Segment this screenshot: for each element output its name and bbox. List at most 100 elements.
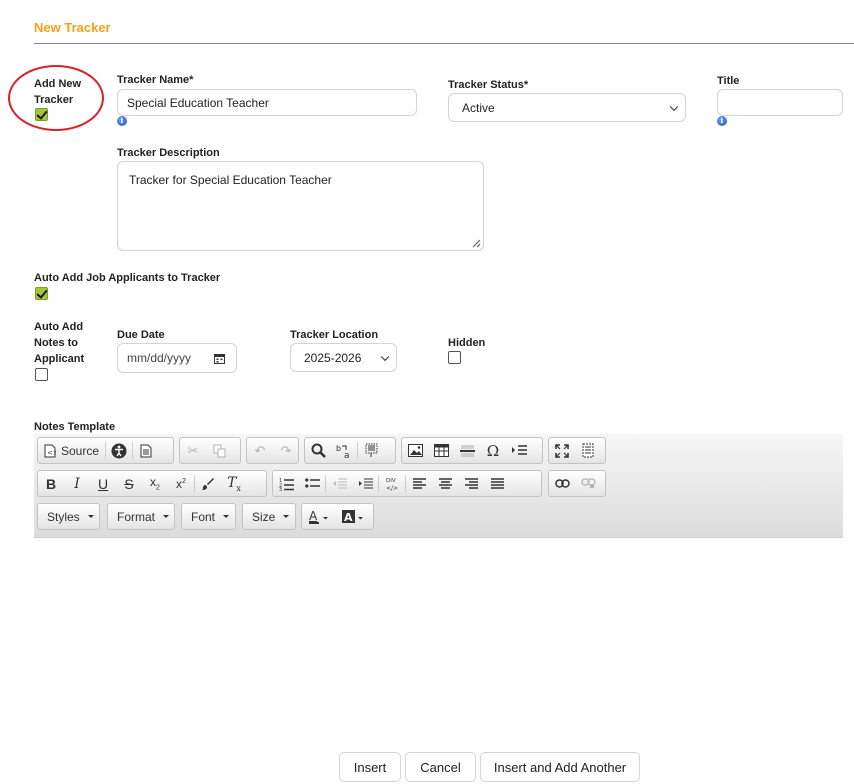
tracker-location-label: Tracker Location xyxy=(290,329,379,341)
bold-button[interactable]: B xyxy=(38,471,64,496)
auto-add-notes-checkbox[interactable] xyxy=(35,368,48,381)
accessibility-button[interactable] xyxy=(106,438,132,463)
image-button[interactable] xyxy=(402,438,428,463)
cancel-button[interactable]: Cancel xyxy=(405,752,476,782)
page-break-icon xyxy=(511,445,527,455)
special-character-button[interactable]: Ω xyxy=(480,438,506,463)
tracker-location-select[interactable]: 2025-2026 xyxy=(290,343,397,372)
numbered-list-button[interactable]: 123 xyxy=(273,471,299,496)
div-icon: DIV</> xyxy=(386,478,398,491)
underline-icon: U xyxy=(97,475,109,492)
page-title: New Tracker xyxy=(34,20,111,35)
chevron-down-icon xyxy=(283,515,290,518)
toolbar-group-paragraph: 123 DIV </> xyxy=(272,470,542,497)
resize-handle-icon[interactable] xyxy=(472,239,481,248)
insert-and-add-another-button[interactable]: Insert and Add Another xyxy=(480,752,640,782)
calendar-icon[interactable] xyxy=(214,353,225,364)
text-color-button[interactable]: A xyxy=(302,504,336,529)
due-date-input[interactable]: mm/dd/yyyy xyxy=(117,343,237,373)
tracker-name-input[interactable]: Special Education Teacher xyxy=(117,89,417,116)
redo-button[interactable]: ↷ xyxy=(273,438,299,463)
strikethrough-button[interactable]: S xyxy=(116,471,142,496)
underline-button[interactable]: U xyxy=(90,471,116,496)
image-icon xyxy=(407,444,423,457)
undo-icon: ↶ xyxy=(254,442,266,458)
page-break-button[interactable] xyxy=(506,438,532,463)
source-button[interactable]: <> Source xyxy=(38,438,105,463)
align-right-icon xyxy=(464,477,478,489)
redo-icon: ↷ xyxy=(280,442,292,458)
styles-combo[interactable]: Styles xyxy=(37,503,100,530)
auto-add-applicants-label: Auto Add Job Applicants to Tracker xyxy=(34,272,221,284)
maximize-icon xyxy=(555,443,569,458)
add-new-tracker-checkbox[interactable] xyxy=(35,108,48,121)
justify-icon xyxy=(490,477,504,489)
styles-combo-label: Styles xyxy=(47,509,80,524)
source-icon: <> xyxy=(44,444,56,457)
bulleted-list-button[interactable] xyxy=(299,471,325,496)
preview-button[interactable] xyxy=(133,438,159,463)
justify-button[interactable] xyxy=(484,471,510,496)
undo-button[interactable]: ↶ xyxy=(247,438,273,463)
outdent-button[interactable] xyxy=(326,471,352,496)
create-div-button[interactable]: DIV </> xyxy=(379,471,405,496)
tracker-status-select[interactable]: Active xyxy=(448,93,686,122)
accessibility-icon xyxy=(111,443,127,458)
toolbar-group-links xyxy=(548,470,606,497)
link-button[interactable] xyxy=(549,471,575,496)
format-combo[interactable]: Format xyxy=(107,503,175,530)
align-right-button[interactable] xyxy=(458,471,484,496)
show-blocks-button[interactable] xyxy=(575,438,601,463)
select-all-button[interactable] xyxy=(358,438,384,463)
rich-text-toolbar: <> Source ✂ ↶ ↷ ba Ω B I U S x2 x2 Tx 1 … xyxy=(34,434,843,538)
italic-button[interactable]: I xyxy=(64,471,90,496)
toolbar-group-colors: A A xyxy=(301,503,374,530)
find-button[interactable] xyxy=(305,438,331,463)
cut-button[interactable]: ✂ xyxy=(180,438,206,463)
superscript-button[interactable]: x2 xyxy=(168,471,194,496)
font-combo[interactable]: Font xyxy=(181,503,236,530)
size-combo[interactable]: Size xyxy=(242,503,296,530)
align-left-button[interactable] xyxy=(406,471,432,496)
replace-button[interactable]: ba xyxy=(331,438,357,463)
toolbar-group-tools xyxy=(548,437,606,464)
toolbar-group-document: <> Source xyxy=(37,437,174,464)
chevron-down-icon xyxy=(223,515,230,518)
notes-template-label: Notes Template xyxy=(34,421,116,433)
unlink-button[interactable] xyxy=(575,471,601,496)
toolbar-group-history: ↶ ↷ xyxy=(246,437,299,464)
svg-text:3: 3 xyxy=(279,487,282,491)
bulleted-list-icon xyxy=(304,478,320,488)
horizontal-line-icon xyxy=(459,445,475,456)
auto-add-applicants-checkbox[interactable] xyxy=(35,287,48,300)
chevron-down-icon xyxy=(87,515,94,518)
hidden-checkbox[interactable] xyxy=(448,351,461,364)
maximize-button[interactable] xyxy=(549,438,575,463)
copy-button[interactable] xyxy=(206,438,232,463)
svg-text:A: A xyxy=(309,509,318,523)
remove-format-button[interactable]: Tx xyxy=(221,471,247,496)
superscript-icon: x2 xyxy=(176,476,186,491)
align-center-button[interactable] xyxy=(432,471,458,496)
link-icon xyxy=(554,479,570,488)
title-label: Title xyxy=(717,75,740,87)
horizontal-line-button[interactable] xyxy=(454,438,480,463)
size-combo-label: Size xyxy=(252,509,276,524)
title-divider xyxy=(34,43,854,44)
tracker-name-label: Tracker Name* xyxy=(117,74,194,86)
chevron-down-icon xyxy=(163,515,170,518)
subscript-button[interactable]: x2 xyxy=(142,471,168,496)
tracker-description-textarea[interactable]: Tracker for Special Education Teacher xyxy=(117,161,484,251)
auto-add-notes-label: Auto Add Notes to Applicant xyxy=(34,321,85,365)
table-button[interactable] xyxy=(428,438,454,463)
title-input[interactable] xyxy=(717,89,843,116)
copy-formatting-button[interactable] xyxy=(195,471,221,496)
svg-text:<>: <> xyxy=(47,449,56,457)
tracker-name-value: Special Education Teacher xyxy=(127,95,269,110)
insert-button[interactable]: Insert xyxy=(339,752,401,782)
paintbrush-icon xyxy=(202,477,214,490)
indent-button[interactable] xyxy=(352,471,378,496)
tracker-description-value: Tracker for Special Education Teacher xyxy=(129,173,332,187)
background-color-button[interactable]: A xyxy=(336,504,370,529)
select-all-icon xyxy=(365,443,377,457)
